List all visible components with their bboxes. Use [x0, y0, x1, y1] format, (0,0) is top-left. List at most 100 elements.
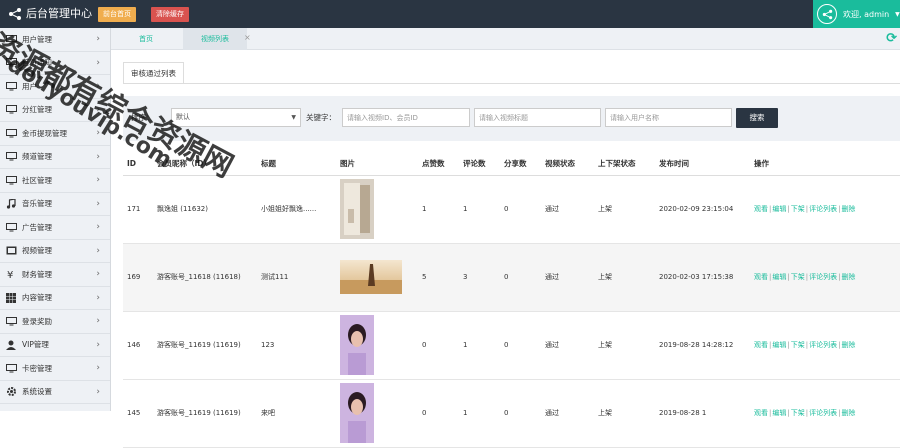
op-link[interactable]: 评论列表: [809, 409, 837, 417]
video-member-id-input[interactable]: [342, 108, 470, 127]
sidebar-item[interactable]: 频道管理 ›: [0, 146, 110, 169]
chevron-right-icon: ›: [96, 198, 100, 209]
chevron-right-icon: ›: [96, 222, 100, 232]
sidebar-item[interactable]: 分红管理 ›: [0, 99, 110, 122]
cell-shares: 0: [500, 243, 541, 312]
op-link[interactable]: 评论列表: [809, 273, 837, 281]
col-header: 标题: [257, 153, 336, 176]
video-thumbnail[interactable]: [340, 315, 374, 375]
sidebar-item[interactable]: 金币提现管理 ›: [0, 122, 110, 146]
op-link[interactable]: 编辑: [772, 341, 786, 349]
sidebar-item-label: 卡密管理: [22, 363, 52, 373]
op-link[interactable]: 评论列表: [809, 341, 837, 349]
close-icon[interactable]: ×: [244, 33, 251, 42]
op-link[interactable]: 删除: [841, 341, 855, 349]
monitor-icon: [5, 34, 17, 44]
tab-video-list-label: 视频列表: [201, 35, 229, 43]
tab-home[interactable]: 首页: [111, 28, 181, 50]
keyword-label: 关键字：: [306, 113, 336, 122]
sidebar-item-label: 内容管理: [22, 293, 52, 303]
refresh-icon[interactable]: ⟳: [886, 31, 897, 46]
sidebar-item-label: 金币提现管理: [22, 128, 67, 138]
sidebar-item[interactable]: 卡密管理 ›: [0, 357, 110, 381]
table-header: ID 会员昵称（ID） 标题 图片 点赞数 评论数 分享数 视频状态 上下架状态…: [123, 153, 900, 176]
search-label: 搜索: [749, 113, 765, 122]
op-link[interactable]: 删除: [841, 205, 855, 213]
filter-bar: 排序： 默认 ▼ 关键字： 搜索: [123, 96, 900, 141]
sidebar-item[interactable]: VIP管理 ›: [0, 334, 110, 357]
sidebar-item[interactable]: 用户管理 ›: [0, 28, 110, 52]
sidebar-item-label: 登录奖励: [22, 316, 52, 326]
tab-video-list[interactable]: 视频列表: [183, 28, 247, 50]
video-icon: [5, 246, 17, 256]
sidebar-item[interactable]: 登录奖励 ›: [0, 310, 110, 334]
cell-shelf: 上架: [594, 379, 655, 448]
op-link[interactable]: 下架: [791, 205, 805, 213]
op-link[interactable]: 下架: [791, 409, 805, 417]
username-input[interactable]: [605, 108, 732, 127]
op-link[interactable]: 编辑: [772, 409, 786, 417]
monitor-icon: [5, 105, 17, 115]
op-link[interactable]: 删除: [841, 273, 855, 281]
cell-comments: 1: [459, 379, 500, 448]
op-link[interactable]: 下架: [791, 341, 805, 349]
cell-time: 2019-08-28 1: [655, 379, 750, 448]
op-link[interactable]: 观看: [754, 273, 768, 281]
sort-value: 默认: [176, 113, 190, 121]
sidebar-item-label: 用户管理: [22, 34, 52, 44]
sidebar-item[interactable]: 内容管理 ›: [0, 287, 110, 310]
video-thumbnail[interactable]: [340, 383, 374, 443]
cell-time: 2019-08-28 14:28:12: [655, 311, 750, 380]
sort-select[interactable]: 默认 ▼: [171, 108, 301, 127]
col-header: 发布时间: [655, 153, 750, 176]
cell-title: 测试111: [257, 243, 336, 312]
sidebar-item[interactable]: 视频管理 ›: [0, 240, 110, 263]
cell-title: 小姐姐好飘逸......: [257, 175, 336, 244]
cell-comments: 3: [459, 243, 500, 312]
cell-comments: 1: [459, 175, 500, 244]
monitor-icon: [5, 316, 17, 326]
cell-ops: 观看|编辑|下架|评论列表|删除: [750, 175, 900, 244]
table-row: 169 游客账号_11618 (11618) 测试111 5 3 0 通过 上架 2020-02…: [123, 243, 900, 312]
video-thumbnail[interactable]: [340, 260, 402, 294]
sidebar-item[interactable]: 首页通知 ›: [0, 52, 110, 75]
sidebar-item-label: 频道管理: [22, 152, 52, 162]
video-title-input[interactable]: [474, 108, 601, 127]
op-link[interactable]: 删除: [841, 409, 855, 417]
op-link[interactable]: 下架: [791, 273, 805, 281]
sidebar: 用户管理 › 首页通知 › 用户 › 分红管理 › 金币提现管理 › 频道管理 › 社区管理 › 音乐管理 ›…: [0, 28, 111, 411]
cell-ops: 观看|编辑|下架|评论列表|删除: [750, 311, 900, 380]
cell-id: 171: [123, 175, 153, 244]
col-header: 上下架状态: [594, 153, 655, 176]
search-button[interactable]: 搜索: [736, 108, 778, 128]
cell-title: 123: [257, 311, 336, 380]
video-thumbnail[interactable]: [340, 179, 374, 239]
clear-cache-button[interactable]: 清除缓存: [151, 7, 189, 22]
op-link[interactable]: 编辑: [772, 205, 786, 213]
chevron-right-icon: ›: [96, 104, 100, 115]
sidebar-item[interactable]: 社区管理 ›: [0, 169, 110, 193]
cell-likes: 0: [418, 379, 459, 448]
chevron-right-icon: ›: [96, 245, 100, 256]
op-link[interactable]: 观看: [754, 205, 768, 213]
yen-icon: ¥: [5, 269, 17, 279]
site-home-button[interactable]: 前台首页: [98, 7, 136, 22]
tab-approved-list[interactable]: 审核通过列表: [123, 62, 184, 84]
avatar: [817, 4, 837, 24]
cell-comments: 1: [459, 311, 500, 380]
tab-bar: 首页 视频列表 × ⟳: [111, 28, 900, 50]
share-icon: [9, 8, 21, 20]
col-header: 视频状态: [541, 153, 594, 176]
op-link[interactable]: 观看: [754, 409, 768, 417]
sidebar-item[interactable]: 系统设置 ›: [0, 381, 110, 404]
sidebar-item[interactable]: 广告管理 ›: [0, 216, 110, 240]
sidebar-item[interactable]: 用户 ›: [0, 75, 110, 99]
video-table: ID 会员昵称（ID） 标题 图片 点赞数 评论数 分享数 视频状态 上下架状态…: [123, 153, 900, 448]
op-link[interactable]: 评论列表: [809, 205, 837, 213]
op-link[interactable]: 观看: [754, 341, 768, 349]
op-link[interactable]: 编辑: [772, 273, 786, 281]
user-menu[interactable]: 欢迎, admin ▼: [813, 0, 900, 28]
sidebar-item[interactable]: ¥ 财务管理 ›: [0, 263, 110, 287]
sidebar-item[interactable]: 音乐管理 ›: [0, 193, 110, 216]
gear-icon: [5, 387, 17, 397]
